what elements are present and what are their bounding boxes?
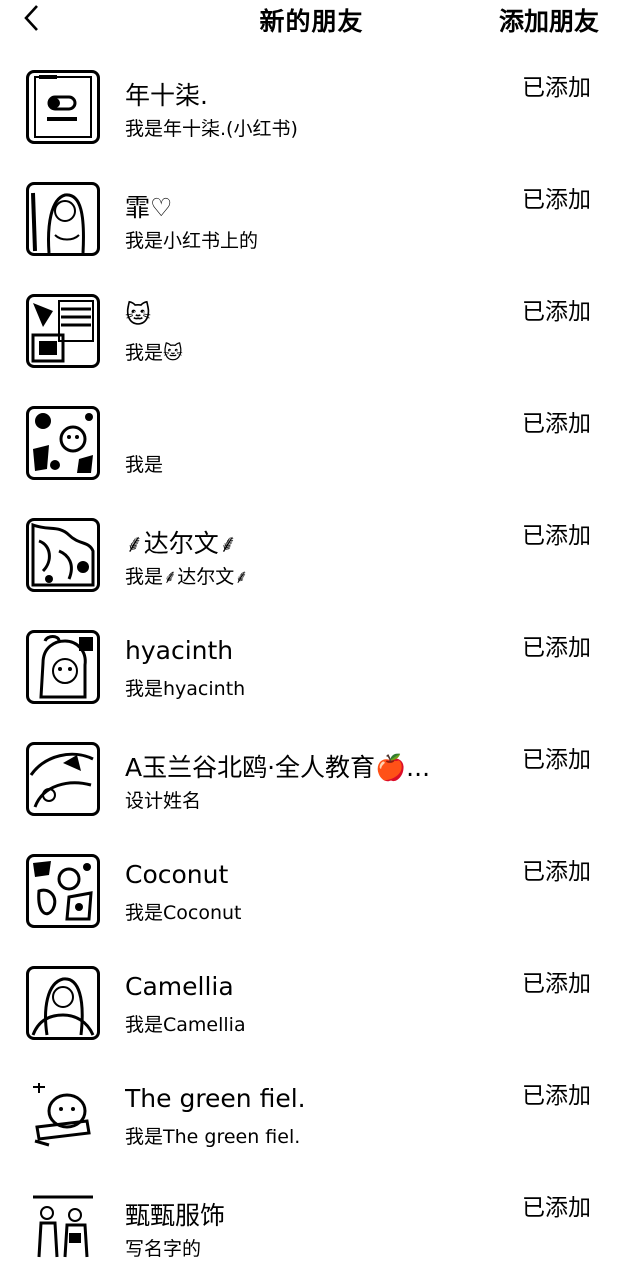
avatar[interactable]	[26, 966, 100, 1040]
status-added: 已添加	[522, 523, 591, 549]
avatar[interactable]	[26, 742, 100, 816]
friend-name: hyacinth	[125, 636, 234, 665]
list-item[interactable]: Coconut 我是Coconut 已添加	[0, 840, 623, 952]
avatar[interactable]	[26, 854, 100, 928]
status-added: 已添加	[522, 187, 591, 213]
friend-name: 霏♡	[125, 193, 173, 222]
list-item[interactable]: 霏♡ 我是小红书上的 已添加	[0, 168, 623, 280]
friend-message: 我是	[125, 454, 164, 476]
avatar[interactable]	[26, 70, 100, 144]
list-item[interactable]: A玉兰谷北鸥·全人教育🍎... 设计姓名 已添加	[0, 728, 623, 840]
status-added: 已添加	[522, 411, 591, 437]
friend-name: The green fiel.	[125, 1084, 306, 1113]
friend-message: 设计姓名	[125, 790, 202, 812]
top-bar: 新的朋友 添加朋友	[0, 0, 623, 40]
avatar[interactable]	[26, 1190, 100, 1264]
friend-name: Camellia	[125, 972, 234, 1001]
status-added: 已添加	[522, 747, 591, 773]
list-item[interactable]: 🐱 我是🐱 已添加	[0, 280, 623, 392]
avatar[interactable]	[26, 630, 100, 704]
status-added: 已添加	[522, 635, 591, 661]
status-added: 已添加	[522, 859, 591, 885]
friend-message: 我是年十柒.(小红书)	[125, 118, 298, 140]
avatar[interactable]	[26, 182, 100, 256]
list-item[interactable]: Camellia 我是Camellia 已添加	[0, 952, 623, 1064]
friend-message: 我是Camellia	[125, 1014, 246, 1036]
add-friend-button[interactable]: 添加朋友	[499, 2, 599, 38]
status-added: 已添加	[522, 971, 591, 997]
status-added: 已添加	[522, 1195, 591, 1221]
list-item[interactable]: ⸙达尔文⸙ 我是⸙达尔文⸙ 已添加	[0, 504, 623, 616]
list-item[interactable]: hyacinth 我是hyacinth 已添加	[0, 616, 623, 728]
friend-name: Coconut	[125, 860, 229, 889]
friend-name: 年十柒.	[125, 81, 208, 110]
friend-message: 我是Coconut	[125, 902, 242, 924]
status-added: 已添加	[522, 299, 591, 325]
friend-message: 写名字的	[125, 1238, 202, 1260]
friend-name: ⸙达尔文⸙	[125, 529, 238, 558]
status-added: 已添加	[522, 1083, 591, 1109]
avatar[interactable]	[26, 406, 100, 480]
friend-message: 我是The green fiel.	[125, 1126, 301, 1148]
friend-message: 我是🐱	[125, 342, 183, 364]
friend-name: 🐱	[125, 300, 152, 329]
friend-name: 甄甄服饰	[125, 1201, 226, 1230]
friend-message: 我是小红书上的	[125, 230, 259, 252]
list-item[interactable]: 甄甄服饰 写名字的 已添加	[0, 1176, 623, 1288]
avatar[interactable]	[26, 1078, 100, 1152]
friend-message: 我是hyacinth	[125, 678, 246, 700]
status-added: 已添加	[522, 75, 591, 101]
avatar[interactable]	[26, 294, 100, 368]
list-item[interactable]: 我是 已添加	[0, 392, 623, 504]
list-item[interactable]: The green fiel. 我是The green fiel. 已添加	[0, 1064, 623, 1176]
friend-list: 年十柒. 我是年十柒.(小红书) 已添加 霏♡ 我是小红书上的 已添加 🐱 我是…	[0, 56, 623, 1288]
list-item[interactable]: 年十柒. 我是年十柒.(小红书) 已添加	[0, 56, 623, 168]
friend-name: A玉兰谷北鸥·全人教育🍎...	[125, 753, 431, 782]
avatar[interactable]	[26, 518, 100, 592]
friend-message: 我是⸙达尔文⸙	[125, 566, 249, 588]
